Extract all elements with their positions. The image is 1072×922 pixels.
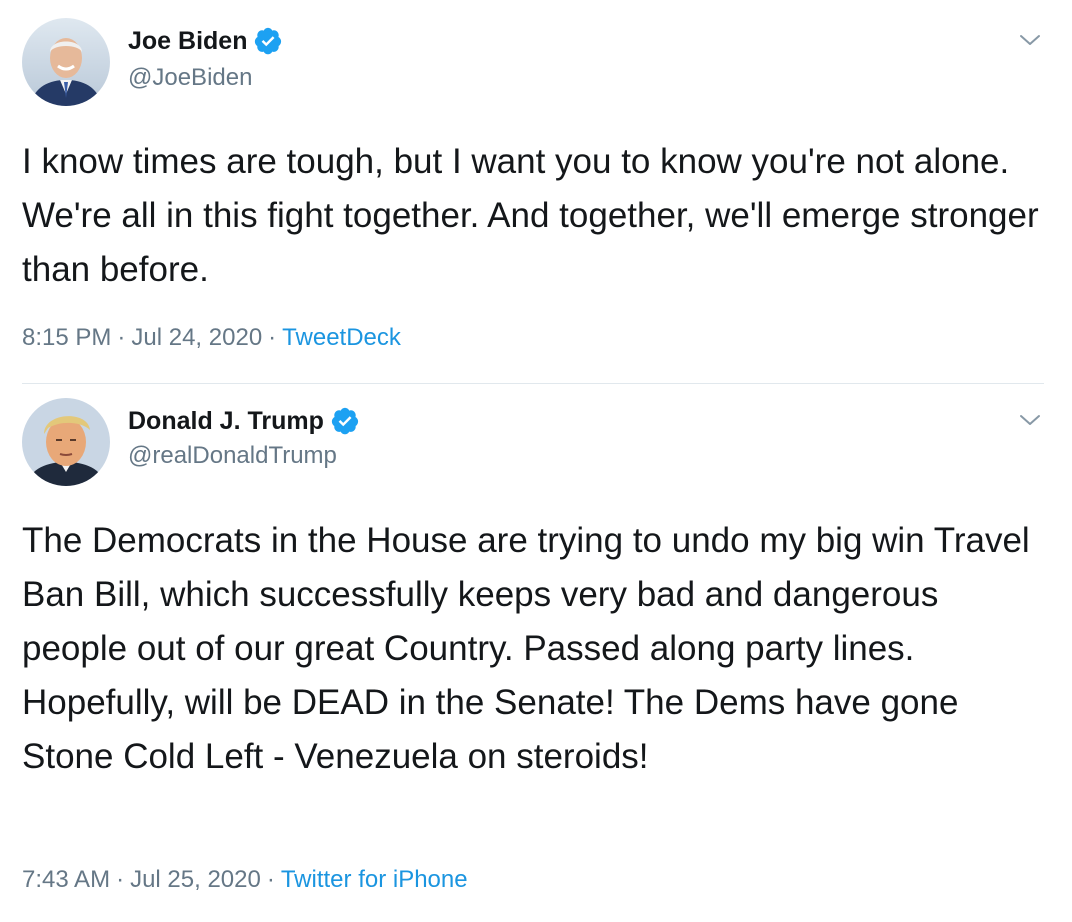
author-name[interactable]: Donald J. Trump xyxy=(128,407,324,436)
tweet-text: The Democrats in the House are trying to… xyxy=(22,521,1030,776)
tweet-date[interactable]: Jul 24, 2020 xyxy=(131,324,262,352)
author-name[interactable]: Joe Biden xyxy=(128,27,247,56)
tweet-meta: 8:15 PM · Jul 24, 2020 · TweetDeck xyxy=(22,324,401,352)
tweet-meta: 7:43 AM · Jul 25, 2020 · Twitter for iPh… xyxy=(22,866,468,894)
meta-separator: · xyxy=(268,324,277,351)
avatar[interactable] xyxy=(22,398,110,486)
meta-separator: · xyxy=(266,866,275,893)
verified-badge-icon xyxy=(330,406,360,436)
avatar[interactable] xyxy=(22,18,110,106)
tweet-source-link[interactable]: TweetDeck xyxy=(282,324,401,352)
chevron-down-icon[interactable] xyxy=(1018,412,1042,428)
meta-separator: · xyxy=(116,866,125,893)
tweet-text: I know times are tough, but I want you t… xyxy=(22,142,1039,289)
tweet-date[interactable]: Jul 25, 2020 xyxy=(130,866,261,894)
tweet-biden: Joe Biden @JoeBiden I know times are tou… xyxy=(0,0,1072,380)
tweet-trump: Donald J. Trump @realDonaldTrump The Dem… xyxy=(0,384,1072,922)
tweet-source-link[interactable]: Twitter for iPhone xyxy=(281,866,468,894)
tweet-time[interactable]: 8:15 PM xyxy=(22,324,111,352)
author-name-row[interactable]: Donald J. Trump xyxy=(128,406,360,436)
verified-badge-icon xyxy=(253,26,283,56)
meta-separator: · xyxy=(117,324,126,351)
tweet-time[interactable]: 7:43 AM xyxy=(22,866,110,894)
author-handle[interactable]: @realDonaldTrump xyxy=(128,442,337,470)
author-handle[interactable]: @JoeBiden xyxy=(128,64,252,92)
author-name-row[interactable]: Joe Biden xyxy=(128,26,283,56)
chevron-down-icon[interactable] xyxy=(1018,32,1042,48)
